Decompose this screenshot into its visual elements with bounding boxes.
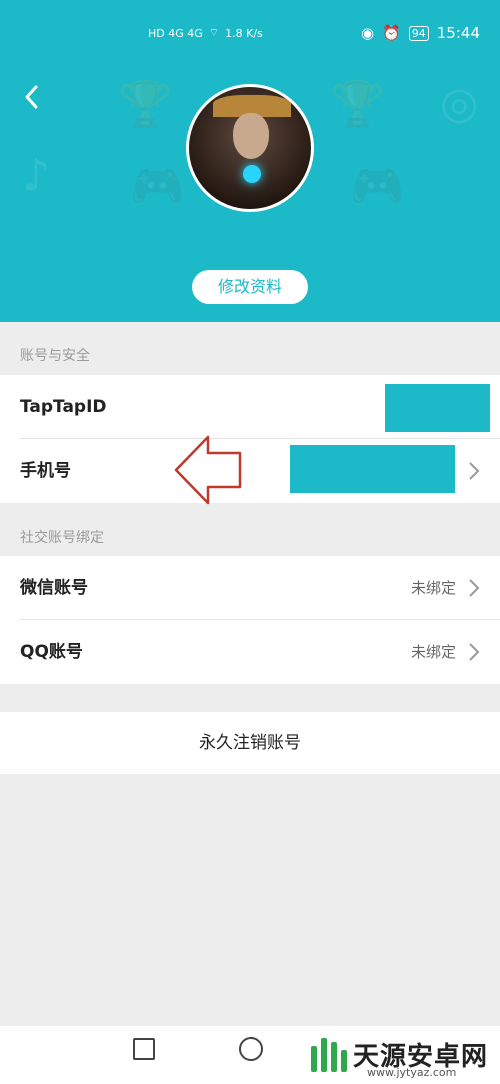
avatar[interactable] (186, 84, 314, 212)
gamepad-decoration-icon: 🎮 (130, 161, 185, 212)
back-arrow-icon[interactable] (18, 82, 48, 112)
chevron-right-icon (469, 579, 480, 597)
watermark-url: www.jytyaz.com (367, 1066, 457, 1079)
phone-row[interactable]: 手机号 (0, 435, 500, 505)
network-speed: 1.8 K/s (225, 26, 263, 40)
recent-apps-button[interactable] (133, 1038, 155, 1060)
wifi-icon: ⌔ (208, 26, 220, 39)
taptap-id-row: TapTapID (0, 375, 500, 439)
chevron-right-icon (469, 462, 480, 480)
redacted-phone-number (290, 445, 455, 493)
section-title-social-binding: 社交账号绑定 (20, 530, 104, 546)
profile-header: 🏆 🏆 ◎ ♪ 🎮 🎮 HD 4G 4G ⌔ 1.8 K/s ◉ ⏰ 94 15… (0, 0, 500, 322)
wechat-label: 微信账号 (20, 578, 88, 598)
edit-profile-button[interactable]: 修改资料 (192, 270, 308, 304)
clock-time: 15:44 (436, 24, 480, 42)
qq-row[interactable]: QQ账号 未绑定 (0, 620, 500, 684)
wechat-status: 未绑定 (410, 579, 456, 597)
home-button[interactable] (239, 1037, 263, 1061)
chevron-right-icon (469, 643, 480, 661)
phone-label: 手机号 (20, 461, 71, 481)
music-decoration-icon: ♪ (22, 150, 51, 201)
qq-label: QQ账号 (20, 642, 83, 662)
eye-icon: ◉ (360, 24, 375, 42)
watermark-logo-icon (311, 1038, 347, 1072)
section-title-account-security: 账号与安全 (20, 348, 90, 364)
avatar-face (233, 113, 269, 159)
redacted-taptap-id (385, 384, 490, 432)
wechat-row[interactable]: 微信账号 未绑定 (0, 556, 500, 620)
red-arrow-annotation-icon (174, 435, 242, 505)
trophy-decoration-icon: 🏆 (118, 79, 173, 130)
gamepad-decoration-icon: 🎮 (350, 161, 405, 212)
qq-status: 未绑定 (410, 643, 456, 661)
avatar-gem (243, 165, 261, 183)
search-decoration-icon: ◎ (440, 78, 479, 129)
status-bar: HD 4G 4G ⌔ 1.8 K/s ◉ ⏰ 94 15:44 (0, 22, 500, 52)
alarm-icon: ⏰ (382, 24, 401, 42)
delete-account-button[interactable]: 永久注销账号 (0, 712, 500, 774)
trophy-decoration-icon: 🏆 (330, 79, 385, 130)
taptap-id-label: TapTapID (20, 397, 107, 417)
network-indicator: HD 4G 4G (148, 26, 203, 40)
battery-indicator: 94 (408, 25, 429, 41)
watermark: 天源安卓网 www.jytyaz.com (305, 1032, 488, 1079)
